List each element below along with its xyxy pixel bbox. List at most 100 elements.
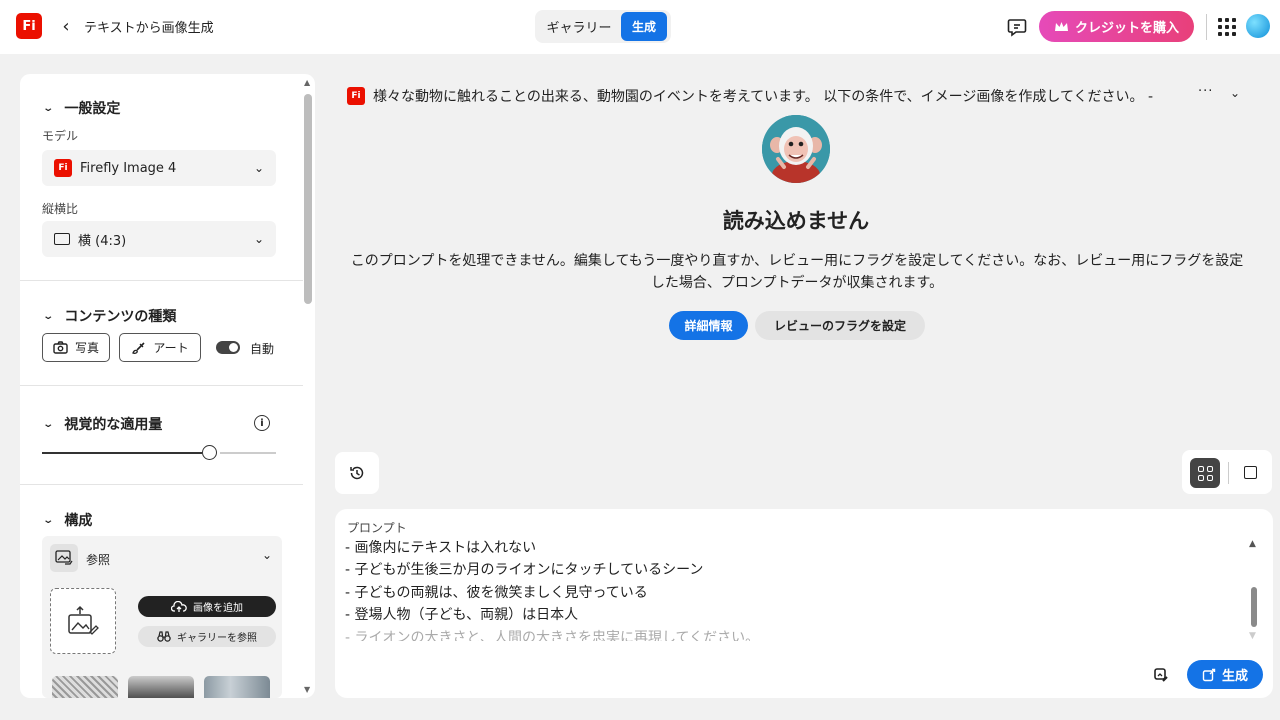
- page-title: テキストから画像生成: [84, 21, 214, 36]
- flag-for-review-button[interactable]: レビューのフラグを設定: [755, 311, 925, 340]
- model-value: Firefly Image 4: [80, 160, 177, 176]
- chevron-down-icon: ⌄: [42, 310, 55, 322]
- section-general-header[interactable]: ⌄ 一般設定: [42, 98, 121, 118]
- intensity-slider-track[interactable]: [220, 452, 276, 454]
- view-toggle-divider: [1228, 462, 1229, 484]
- scroll-up-arrow-icon[interactable]: ▲: [304, 78, 310, 87]
- section-content-type-title: コンテンツの種類: [64, 309, 177, 325]
- chevron-down-icon: ⌄: [42, 102, 55, 114]
- art-label: アート: [153, 341, 189, 355]
- more-options-button[interactable]: ···: [1198, 84, 1213, 99]
- single-view-icon[interactable]: [1244, 466, 1257, 479]
- auto-label: 自動: [250, 342, 275, 356]
- monkey-mascot-image: [762, 115, 830, 183]
- tab-gallery[interactable]: ギャラリー: [537, 12, 621, 41]
- ratio-select[interactable]: 横 (4:3) ⌄: [42, 221, 276, 257]
- scroll-thumb[interactable]: [304, 94, 312, 304]
- chevron-down-icon: ⌄: [42, 418, 55, 430]
- divider: [20, 280, 303, 281]
- model-label: モデル: [42, 129, 79, 143]
- camera-icon: [53, 341, 68, 354]
- section-composition-title: 構成: [64, 513, 93, 529]
- add-image-button[interactable]: 画像を追加: [138, 596, 276, 617]
- style-reference-icon[interactable]: [1153, 667, 1169, 683]
- chevron-down-icon[interactable]: ⌄: [262, 548, 272, 562]
- browse-gallery-label: ギャラリーを参照: [177, 633, 257, 644]
- section-visual-intensity-header[interactable]: ⌄ 視覚的な適用量: [42, 414, 162, 434]
- feedback-icon[interactable]: [1006, 16, 1028, 38]
- tab-generate[interactable]: 生成: [621, 12, 667, 41]
- scroll-down-arrow-icon[interactable]: ▼: [1249, 631, 1256, 641]
- chevron-down-icon: ⌄: [42, 514, 55, 526]
- reference-thumbnail[interactable]: [52, 676, 118, 698]
- chevron-down-icon: ⌄: [253, 232, 264, 246]
- settings-panel: ▲ ▼ ⌄ 一般設定 モデル Fi Firefly Image 4 ⌄ 縦横比 …: [20, 74, 315, 698]
- scroll-up-arrow-icon[interactable]: ▲: [1249, 539, 1256, 549]
- prompt-line: - 登場人物（子ども、両親）は日本人: [345, 607, 579, 624]
- section-composition-header[interactable]: ⌄ 構成: [42, 510, 93, 530]
- apps-grid-icon[interactable]: [1216, 16, 1236, 36]
- generate-label: 生成: [1221, 669, 1248, 684]
- reference-icon: [50, 544, 78, 572]
- user-avatar[interactable]: [1246, 14, 1270, 38]
- add-image-label: 画像を追加: [193, 603, 243, 614]
- binoculars-icon: [157, 631, 171, 642]
- landscape-ratio-icon: [54, 233, 70, 245]
- chevron-down-icon: ⌄: [253, 161, 264, 175]
- back-button[interactable]: ‹: [56, 14, 76, 38]
- image-upload-icon: [68, 605, 99, 635]
- panel-scrollbar[interactable]: ▲ ▼: [303, 78, 313, 694]
- divider: [20, 385, 303, 386]
- buy-credits-button[interactable]: クレジットを購入: [1039, 11, 1194, 42]
- reference-label: 参照: [86, 553, 111, 567]
- ratio-value: 横 (4:3): [78, 233, 127, 249]
- grid-view-icon[interactable]: [1190, 458, 1220, 488]
- intensity-slider-thumb[interactable]: [202, 445, 218, 460]
- prompt-line: - ライオンの大きさと、人間の大きさを忠実に再現してください。: [345, 629, 760, 641]
- brush-icon: [132, 341, 145, 354]
- crown-icon: [1054, 21, 1068, 31]
- scroll-down-arrow-icon[interactable]: ▼: [304, 685, 310, 694]
- prompt-summary: Fi 様々な動物に触れることの出来る、動物園のイベントを考えています。 以下の条…: [347, 86, 1153, 106]
- art-button[interactable]: アート: [119, 333, 201, 362]
- info-icon[interactable]: i: [254, 415, 270, 431]
- firefly-small-icon: Fi: [347, 87, 365, 105]
- section-content-type-header[interactable]: ⌄ コンテンツの種類: [42, 306, 177, 326]
- history-icon: [350, 466, 364, 480]
- auto-toggle[interactable]: [216, 341, 240, 354]
- prompt-label: プロンプト: [347, 521, 407, 535]
- image-drop-zone[interactable]: [50, 588, 116, 654]
- reference-panel: 参照 ⌄ 画像を追加 ギャラリーを参照: [42, 536, 282, 698]
- divider: [20, 484, 303, 485]
- top-bar: Fi ‹ テキストから画像生成 ギャラリー 生成 クレジットを購入: [0, 0, 1280, 54]
- ratio-label: 縦横比: [42, 202, 79, 216]
- reference-thumbnail[interactable]: [204, 676, 270, 698]
- generate-icon: [1202, 668, 1216, 681]
- photo-label: 写真: [74, 341, 99, 355]
- cloud-upload-icon: [171, 600, 187, 612]
- view-mode-toggle: [1182, 450, 1272, 494]
- buy-credits-label: クレジットを購入: [1074, 21, 1179, 36]
- generate-button[interactable]: 生成: [1187, 660, 1263, 689]
- intensity-slider-track-filled[interactable]: [42, 452, 203, 454]
- prompt-line: - 画像内にテキストは入れない: [345, 540, 537, 556]
- error-message: このプロンプトを処理できません。編集してもう一度やり直すか、レビュー用にフラグを…: [350, 253, 1244, 291]
- history-button[interactable]: [335, 452, 379, 494]
- prompt-summary-text: 様々な動物に触れることの出来る、動物園のイベントを考えています。 以下の条件で、…: [373, 89, 1154, 105]
- section-general-title: 一般設定: [64, 101, 121, 117]
- reference-thumbnail[interactable]: [128, 676, 194, 698]
- model-select[interactable]: Fi Firefly Image 4 ⌄: [42, 150, 276, 186]
- prompt-textarea[interactable]: - 画像内にテキストは入れない - 子どもが生後三か月のライオンにタッチしている…: [345, 537, 1235, 641]
- expand-prompt-chevron-icon[interactable]: ⌄: [1230, 86, 1240, 100]
- mode-switch: ギャラリー 生成: [535, 10, 671, 43]
- header-divider: [1206, 14, 1207, 40]
- prompt-editor[interactable]: プロンプト - 画像内にテキストは入れない - 子どもが生後三か月のライオンにタ…: [335, 509, 1273, 698]
- browse-gallery-button[interactable]: ギャラリーを参照: [138, 626, 276, 647]
- firefly-logo[interactable]: Fi: [16, 13, 42, 39]
- prompt-line: - 子どもが生後三か月のライオンにタッチしているシーン: [345, 562, 704, 579]
- reference-thumbnails: [52, 676, 270, 698]
- prompt-line: - 子どもの両親は、彼を微笑ましく見守っている: [345, 584, 648, 601]
- photo-button[interactable]: 写真: [42, 333, 110, 362]
- prompt-scroll-thumb[interactable]: [1251, 587, 1257, 627]
- details-button[interactable]: 詳細情報: [669, 311, 748, 340]
